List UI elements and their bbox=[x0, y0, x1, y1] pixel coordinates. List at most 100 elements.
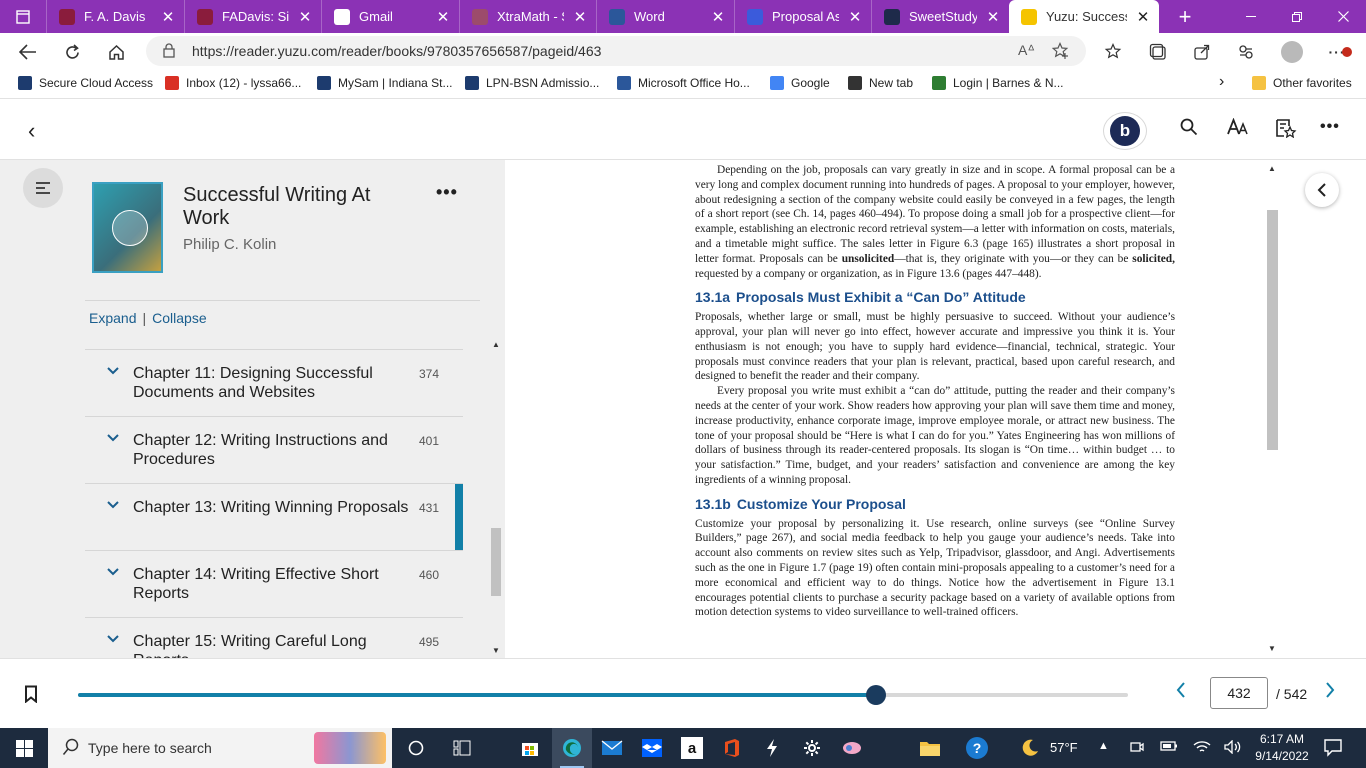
edge-browser-icon[interactable] bbox=[552, 728, 592, 768]
new-tab-button[interactable]: + bbox=[1171, 4, 1199, 30]
refresh-icon[interactable] bbox=[57, 37, 87, 67]
favorite-item[interactable]: New tab bbox=[848, 76, 913, 90]
amazon-icon[interactable]: a bbox=[672, 728, 712, 768]
chevron-down-icon[interactable] bbox=[107, 429, 119, 445]
favorite-item[interactable]: Microsoft Office Ho... bbox=[617, 76, 750, 90]
favorites-icon[interactable] bbox=[1100, 39, 1126, 65]
brand-button[interactable]: b bbox=[1103, 112, 1147, 150]
toc-chapter-item[interactable]: Chapter 15: Writing Careful Long Reports… bbox=[85, 617, 463, 658]
toc-chapter-item[interactable]: Chapter 14: Writing Effective Short Repo… bbox=[85, 550, 463, 617]
wifi-icon[interactable] bbox=[1193, 740, 1211, 757]
browser-tab[interactable]: Proposal Assi ✕ bbox=[734, 0, 871, 33]
weather-moon-icon[interactable] bbox=[1010, 728, 1050, 768]
favorite-item[interactable]: Google bbox=[770, 76, 830, 90]
mail-icon[interactable] bbox=[592, 728, 632, 768]
show-hidden-icons-chevron-icon[interactable]: ▲ bbox=[1098, 740, 1109, 752]
browser-tab[interactable]: Word ✕ bbox=[596, 0, 734, 33]
scrollbar-thumb[interactable] bbox=[1267, 210, 1278, 450]
next-page-icon[interactable] bbox=[1325, 681, 1335, 704]
browser-tab[interactable]: Gmail ✕ bbox=[321, 0, 459, 33]
minimize-button[interactable] bbox=[1228, 0, 1274, 33]
meet-now-icon[interactable] bbox=[1130, 740, 1144, 757]
scroll-up-arrow-icon[interactable]: ▲ bbox=[1268, 164, 1276, 173]
toc-chapter-item[interactable]: Chapter 13: Writing Winning Proposals 431 bbox=[85, 483, 463, 550]
toc-menu-icon[interactable] bbox=[23, 168, 63, 208]
battery-icon[interactable] bbox=[1160, 740, 1178, 755]
collapse-link[interactable]: Collapse bbox=[152, 310, 206, 326]
slider-handle[interactable] bbox=[866, 685, 886, 705]
temperature-label[interactable]: 57°F bbox=[1050, 740, 1078, 755]
previous-page-icon[interactable] bbox=[1176, 681, 1186, 704]
search-icon[interactable] bbox=[1180, 118, 1198, 142]
scroll-up-arrow-icon[interactable]: ▲ bbox=[492, 340, 500, 349]
bolt-app-icon[interactable] bbox=[752, 728, 792, 768]
book-menu-icon[interactable]: ••• bbox=[436, 182, 458, 203]
tab-close-icon[interactable]: ✕ bbox=[160, 8, 176, 26]
tab-close-icon[interactable]: ✕ bbox=[572, 8, 588, 26]
file-explorer-icon[interactable] bbox=[910, 728, 950, 768]
share-icon[interactable] bbox=[1189, 39, 1215, 65]
browser-tab[interactable]: XtraMath - St ✕ bbox=[459, 0, 596, 33]
page-number-input[interactable]: 432 bbox=[1210, 677, 1268, 709]
text-size-icon[interactable] bbox=[1227, 117, 1249, 142]
other-favorites-folder[interactable]: Other favorites bbox=[1252, 76, 1352, 90]
page-progress-slider[interactable] bbox=[78, 685, 1128, 705]
toc-chapter-item[interactable]: Chapter 12: Writing Instructions and Pro… bbox=[85, 416, 463, 483]
browser-tab[interactable]: F. A. Davis ✕ bbox=[46, 0, 184, 33]
home-icon[interactable] bbox=[101, 37, 131, 67]
scroll-down-arrow-icon[interactable]: ▼ bbox=[492, 646, 500, 655]
favorite-item[interactable]: Secure Cloud Access bbox=[18, 76, 153, 90]
windows-start-icon[interactable] bbox=[0, 728, 48, 768]
reader-back-button[interactable]: ‹ bbox=[28, 118, 35, 144]
settings-gear-icon[interactable] bbox=[792, 728, 832, 768]
add-favorite-icon[interactable] bbox=[1051, 42, 1070, 63]
sidebar-scrollbar[interactable]: ▲ ▼ bbox=[489, 340, 503, 658]
notifications-icon[interactable] bbox=[1323, 737, 1343, 760]
chevron-down-icon[interactable] bbox=[107, 630, 119, 646]
chevron-down-icon[interactable] bbox=[107, 362, 119, 378]
favorite-item[interactable]: Login | Barnes & N... bbox=[932, 76, 1064, 90]
office-icon[interactable] bbox=[712, 728, 752, 768]
panel-toggle-chevron-icon[interactable] bbox=[1305, 173, 1339, 207]
tab-actions-icon[interactable] bbox=[0, 0, 46, 33]
browser-tab[interactable]: SweetStudy ✕ bbox=[871, 0, 1009, 33]
extensions-icon[interactable] bbox=[1233, 39, 1259, 65]
toc-chapter-item[interactable]: Chapter 11: Designing Successful Documen… bbox=[85, 349, 463, 416]
favorites-overflow-icon[interactable]: › bbox=[1219, 73, 1224, 91]
tab-close-icon[interactable]: ✕ bbox=[710, 8, 726, 26]
expand-link[interactable]: Expand bbox=[89, 310, 136, 326]
tab-close-icon[interactable]: ✕ bbox=[297, 8, 313, 26]
snip-tool-icon[interactable] bbox=[832, 728, 872, 768]
dropbox-icon[interactable] bbox=[632, 728, 672, 768]
tab-close-icon[interactable]: ✕ bbox=[435, 8, 451, 26]
settings-menu-icon[interactable]: ··· bbox=[1324, 39, 1352, 65]
scroll-down-arrow-icon[interactable]: ▼ bbox=[1268, 644, 1276, 653]
taskbar-search-box[interactable]: Type here to search bbox=[48, 728, 392, 768]
bookmark-icon[interactable] bbox=[24, 685, 38, 708]
read-aloud-icon[interactable]: Aᐞ bbox=[1018, 42, 1035, 59]
back-arrow-icon[interactable] bbox=[13, 37, 43, 67]
browser-tab[interactable]: Yuzu: Success ✕ bbox=[1009, 0, 1159, 33]
task-view-icon[interactable] bbox=[442, 728, 482, 768]
favorite-item[interactable]: Inbox (12) - lyssa66... bbox=[165, 76, 301, 90]
system-clock[interactable]: 6:17 AM 9/14/2022 bbox=[1252, 731, 1312, 765]
restore-button[interactable] bbox=[1274, 0, 1320, 33]
favorite-item[interactable]: MySam | Indiana St... bbox=[317, 76, 453, 90]
chevron-down-icon[interactable] bbox=[107, 496, 119, 512]
close-window-button[interactable] bbox=[1320, 0, 1366, 33]
browser-tab[interactable]: FADavis: Sign ✕ bbox=[184, 0, 321, 33]
help-icon[interactable]: ? bbox=[957, 728, 997, 768]
cortana-icon[interactable] bbox=[396, 728, 436, 768]
favorite-item[interactable]: LPN-BSN Admissio... bbox=[465, 76, 599, 90]
url-field[interactable]: https://reader.yuzu.com/reader/books/978… bbox=[146, 36, 1086, 66]
chevron-down-icon[interactable] bbox=[107, 563, 119, 579]
collections-icon[interactable] bbox=[1145, 39, 1171, 65]
more-options-icon[interactable]: ••• bbox=[1320, 118, 1340, 136]
tab-close-icon[interactable]: ✕ bbox=[847, 8, 863, 26]
scrollbar-thumb[interactable] bbox=[491, 528, 501, 596]
tab-close-icon[interactable]: ✕ bbox=[1135, 8, 1151, 26]
microsoft-store-icon[interactable] bbox=[510, 728, 550, 768]
notes-icon[interactable] bbox=[1275, 118, 1297, 144]
profile-avatar[interactable] bbox=[1279, 39, 1305, 65]
content-scrollbar[interactable]: ▲ ▼ bbox=[1265, 160, 1280, 658]
